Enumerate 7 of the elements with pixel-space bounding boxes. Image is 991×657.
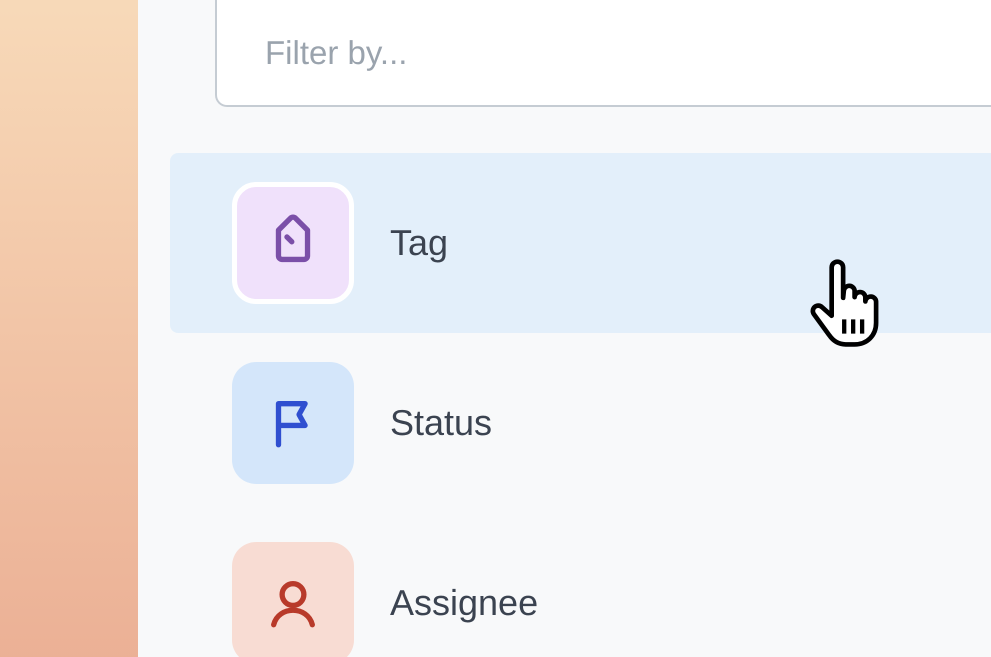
item-label: Tag [390, 221, 448, 265]
item-label: Assignee [390, 581, 538, 625]
list-item[interactable]: Tag [170, 153, 991, 333]
list-item[interactable]: Status [170, 333, 991, 513]
filter-field[interactable]: Filter by... [215, 0, 991, 107]
item-label: Status [390, 401, 492, 445]
list-item[interactable]: Assignee [170, 513, 991, 657]
